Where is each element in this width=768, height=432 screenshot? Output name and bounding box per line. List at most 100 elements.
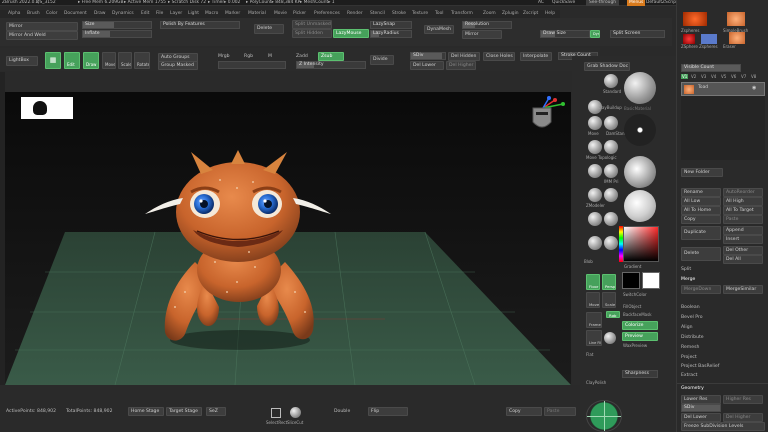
delete-button[interactable]: Delete — [254, 24, 284, 34]
ac-label[interactable]: AC — [538, 0, 544, 6]
brush-hpolish-thumb[interactable] — [588, 164, 602, 178]
menu-brush[interactable]: Brush — [27, 10, 40, 18]
subtool-item[interactable]: Toad ◉ — [681, 82, 765, 96]
merge-similar-button[interactable]: MergeSimilar — [723, 285, 763, 294]
simplebrush-icon[interactable] — [727, 12, 745, 26]
menu-file[interactable]: File — [156, 10, 163, 18]
toad-tool-icon[interactable] — [729, 32, 745, 44]
color-picker[interactable] — [623, 226, 659, 262]
frame-button[interactable]: Frame — [586, 312, 602, 328]
preview-button[interactable]: Preview — [622, 332, 658, 341]
all-to-home-button[interactable]: All To Home — [681, 206, 721, 215]
sel-button[interactable]: SeZ — [206, 407, 226, 416]
del-lower-button[interactable]: Del Lower — [410, 61, 444, 70]
mrgb-button[interactable]: Mrgb — [218, 54, 230, 59]
insert-button[interactable]: Insert — [723, 235, 763, 244]
brush-move-thumb[interactable] — [588, 116, 602, 130]
claypolish-button[interactable]: ClayPolish — [586, 380, 606, 385]
menu-movie[interactable]: Movie — [274, 10, 287, 18]
menu-zscript[interactable]: Zscript — [523, 10, 538, 18]
lightbox-button[interactable]: LightBox — [6, 56, 38, 66]
new-folder-button[interactable]: New Folder — [681, 168, 723, 177]
menus-button[interactable]: Menus — [627, 0, 646, 6]
menu-material[interactable]: Material — [248, 10, 266, 18]
copy-button[interactable]: Copy — [506, 407, 542, 416]
mirror-button[interactable]: Mirror — [6, 22, 78, 31]
split-unmasked-button[interactable]: Split Unmasked Points — [292, 20, 332, 29]
colorize-button[interactable]: Colorize — [622, 321, 658, 330]
close-holes-button[interactable]: Close Holes — [483, 52, 515, 61]
del-hidden-button[interactable]: Del Hidden — [448, 52, 480, 61]
menu-picker[interactable]: Picker — [293, 10, 306, 18]
merge-section[interactable]: Merge — [681, 277, 695, 282]
brush-masklasso-thumb[interactable] — [588, 212, 602, 226]
brush-damstandard-thumb[interactable] — [604, 116, 618, 130]
duplicate-button[interactable]: Duplicate — [681, 226, 721, 240]
del-higher-button[interactable]: Del Higher — [446, 61, 476, 70]
higher-res-button[interactable]: Higher Res — [723, 395, 763, 404]
menu-color[interactable]: Color — [46, 10, 57, 18]
menu-tool[interactable]: Tool — [435, 10, 444, 18]
split-screen-slider[interactable]: Split Screen — [610, 30, 665, 38]
brush-inflat-thumb[interactable] — [588, 140, 602, 154]
rgb-intensity-slider[interactable] — [218, 61, 286, 69]
eye-icon[interactable]: ◉ — [752, 85, 756, 91]
group-masked-button[interactable]: Group Masked — [158, 61, 198, 70]
rgb-mode-button[interactable]: Rgb — [606, 311, 620, 318]
tab-v2[interactable]: V2 — [691, 74, 696, 79]
menu-zoom[interactable]: Zoom — [483, 10, 496, 18]
split-hidden-button[interactable]: Split Hidden — [292, 29, 332, 38]
rename-button[interactable]: Rename — [681, 188, 721, 197]
inflate-slider[interactable]: Inflate — [82, 30, 152, 38]
project-section[interactable]: Project — [681, 355, 697, 360]
switch-color-button[interactable]: SwitchColor — [623, 292, 647, 297]
menu-edit[interactable]: Edit — [141, 10, 150, 18]
geometry-section[interactable]: Geometry — [681, 386, 704, 391]
line-fill-button[interactable]: Line Fill — [586, 330, 602, 346]
geometry-del-lower-button[interactable]: Del Lower — [681, 413, 721, 422]
all-high-button[interactable]: All High — [723, 197, 763, 206]
menu-preferences[interactable]: Preferences — [314, 10, 340, 18]
rgb-button[interactable]: Rgb — [244, 54, 253, 59]
draw-button[interactable]: Draw — [83, 52, 99, 69]
flat-button[interactable]: Flat — [586, 352, 593, 357]
move-button[interactable]: Move — [102, 52, 116, 69]
menu-macro[interactable]: Macro — [205, 10, 218, 18]
tab-v3[interactable]: V3 — [701, 74, 706, 79]
default-zscript-button[interactable]: DefaultZScript — [646, 0, 678, 6]
eraser-icon[interactable] — [701, 34, 717, 44]
menu-marker[interactable]: Marker — [225, 10, 240, 18]
align-section[interactable]: Align — [681, 325, 693, 330]
sharpness-slider[interactable]: Sharpness — [622, 370, 658, 378]
stroke-dots-thumb[interactable] — [624, 114, 656, 146]
brush-imm-thumb[interactable] — [604, 164, 618, 178]
scale-button[interactable]: Scale — [118, 52, 132, 69]
brush-standard-thumb[interactable] — [604, 74, 618, 88]
sdiv-slider[interactable]: SDiv — [410, 52, 446, 60]
hue-strip[interactable] — [619, 226, 623, 262]
persp-button[interactable]: Persp — [602, 274, 616, 290]
navigation-gizmo[interactable] — [525, 96, 569, 136]
main-color-swatch[interactable] — [642, 272, 660, 289]
rotate-button[interactable]: Rotate — [134, 52, 150, 69]
draw-size-slider[interactable]: Draw Size — [540, 30, 590, 38]
double-button[interactable]: Double — [334, 409, 350, 414]
lazymouse-button[interactable]: LazyMouse — [333, 29, 369, 38]
all-to-target-button[interactable]: All To Target — [723, 206, 763, 215]
edit-button[interactable]: Edit — [64, 52, 80, 69]
dynamesh-button[interactable]: DynaMesh — [424, 25, 454, 34]
divide-button[interactable]: Divide — [370, 55, 394, 65]
alpha-thumb[interactable] — [624, 156, 656, 188]
menu-help[interactable]: Help — [545, 10, 555, 18]
menu-zplugin[interactable]: Zplugin — [502, 10, 519, 18]
geometry-sdiv-slider[interactable]: SDiv — [681, 404, 721, 412]
brush-snakehook-thumb[interactable] — [604, 188, 618, 202]
boolean-section[interactable]: Boolean — [681, 305, 700, 310]
copy-subtool-button[interactable]: Copy — [681, 215, 721, 224]
brush-selectrect-thumb[interactable] — [604, 212, 618, 226]
floor-button[interactable]: Floor — [586, 274, 600, 290]
see-through-slider[interactable]: See-through — [586, 0, 620, 6]
paste-subtool-button[interactable]: Paste — [723, 215, 763, 224]
viewport-canvas[interactable] — [5, 92, 571, 385]
quicksave-button[interactable]: QuickSave — [552, 0, 575, 6]
